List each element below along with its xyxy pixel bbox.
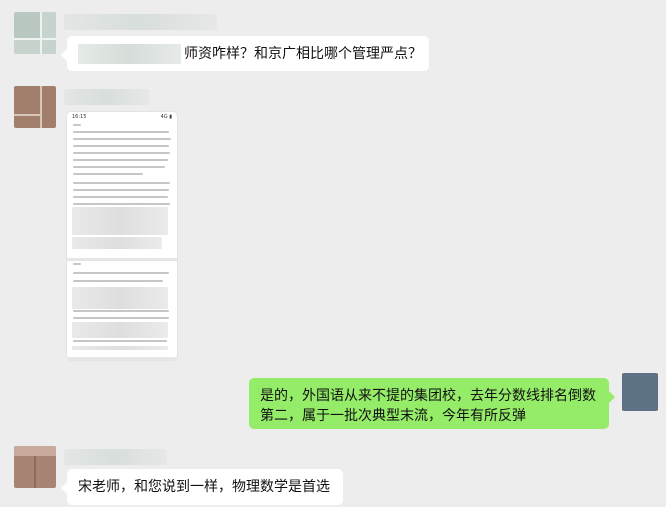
message-text: 宋老师，和您说到一样，物理数学是首选 bbox=[78, 479, 330, 495]
status-icons: 4G ▮ bbox=[160, 114, 172, 120]
status-time: 16:15 bbox=[72, 114, 87, 120]
avatar[interactable] bbox=[14, 446, 56, 488]
sender-name bbox=[64, 89, 149, 105]
avatar[interactable] bbox=[14, 86, 56, 128]
message-bubble[interactable]: 宋老师，和您说到一样，物理数学是首选 bbox=[61, 469, 343, 505]
avatar-self[interactable] bbox=[622, 373, 658, 411]
sender-name bbox=[64, 14, 217, 30]
message-bubble[interactable]: 是的，外国语从来不提的集团校，去年分数线排名倒数第二，属于一批次典型末流，今年有… bbox=[249, 378, 615, 429]
sender-name bbox=[64, 449, 167, 465]
message-bubble[interactable]: 师资咋样？和京广相比哪个管理严点？ bbox=[61, 36, 429, 71]
avatar[interactable] bbox=[14, 12, 56, 54]
image-message[interactable]: 16:15 4G ▮ bbox=[67, 112, 177, 360]
redacted-text bbox=[78, 44, 181, 64]
message-text: 师资咋样？和京广相比哪个管理严点？ bbox=[184, 46, 422, 62]
message-text: 是的，外国语从来不提的集团校，去年分数线排名倒数第二，属于一批次典型末流，今年有… bbox=[260, 388, 596, 424]
